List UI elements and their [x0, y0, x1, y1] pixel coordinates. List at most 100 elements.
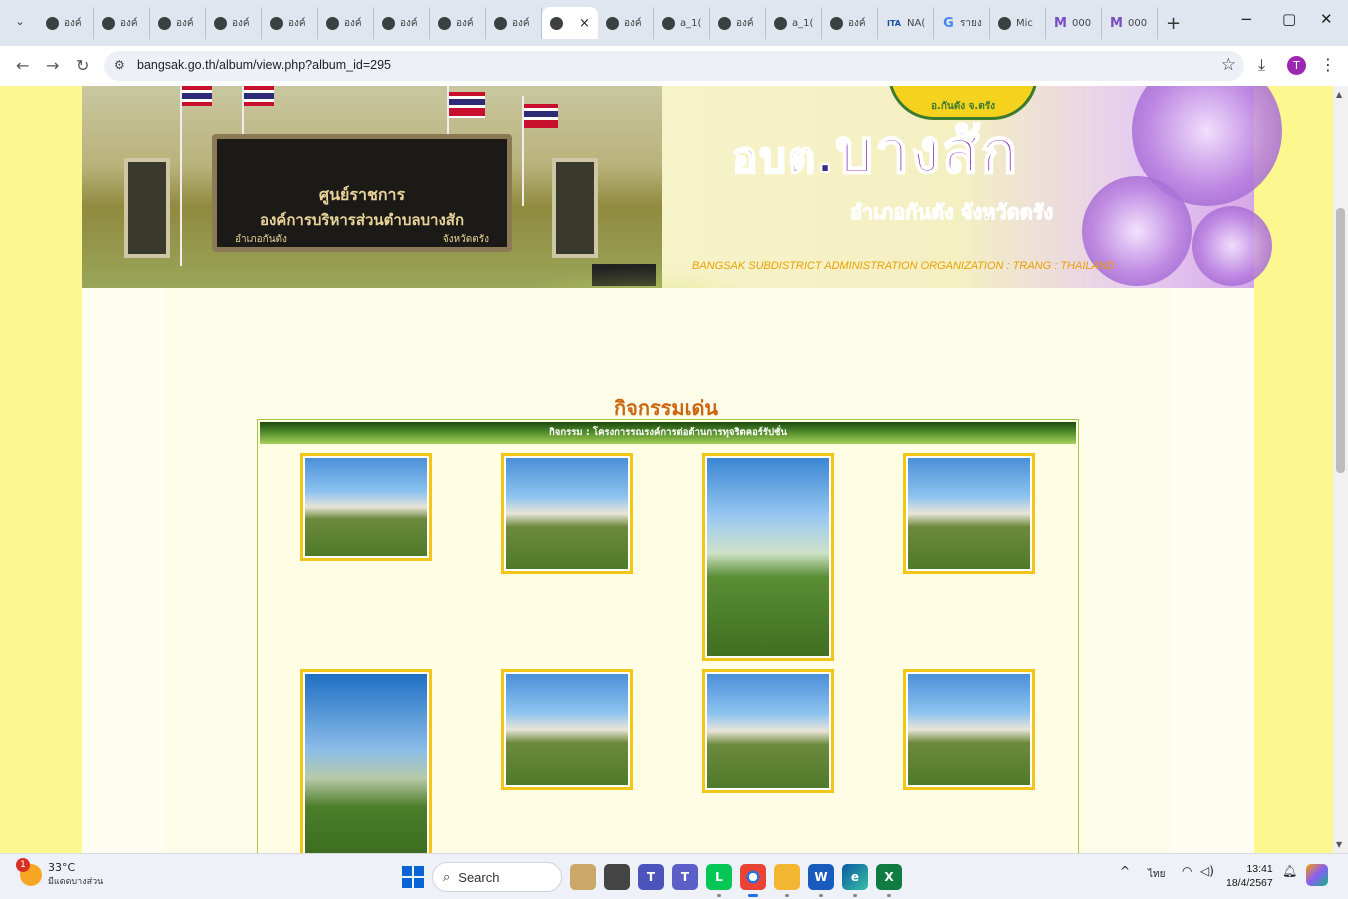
scrollbar-thumb[interactable]	[1336, 208, 1345, 473]
tab[interactable]: องค์	[710, 7, 766, 39]
input-language[interactable]: ไทย	[1148, 867, 1165, 882]
bookmark-star-icon[interactable]: ☆	[1221, 55, 1236, 75]
album-photo[interactable]	[702, 453, 834, 661]
album-photo[interactable]	[501, 669, 633, 790]
tab[interactable]: องค์	[206, 7, 262, 39]
taskbar-search[interactable]: ⌕ Search	[432, 862, 562, 892]
album-photo[interactable]	[702, 669, 834, 793]
tab[interactable]: องค์	[486, 7, 542, 39]
tab[interactable]: องค์	[94, 7, 150, 39]
globe-icon	[326, 16, 339, 30]
close-window-button[interactable]: ✕	[1320, 10, 1333, 28]
minimize-button[interactable]: −	[1240, 10, 1253, 28]
globe-icon	[214, 16, 227, 30]
chrome-icon[interactable]	[740, 864, 766, 897]
album-photo[interactable]	[300, 453, 432, 561]
tab-label: Mic	[1016, 17, 1033, 29]
tab-label: องค์	[400, 17, 418, 29]
tab[interactable]: องค์	[150, 7, 206, 39]
album-title-bar: กิจกรรม : โครงการรณรงค์การต่อต้านการทุจร…	[260, 422, 1076, 444]
globe-icon	[606, 16, 619, 30]
weather-widget[interactable]: 1 33°C มีแดดบางส่วน	[16, 858, 104, 888]
thai-flag	[524, 104, 558, 128]
tab[interactable]: องค์	[262, 7, 318, 39]
teams-work-icon[interactable]: T	[672, 864, 698, 890]
file-explorer-icon[interactable]	[774, 864, 800, 897]
tab-label: 000	[1128, 17, 1148, 29]
tab[interactable]: องค์	[430, 7, 486, 39]
tab-close-icon[interactable]: ×	[579, 16, 590, 31]
album-photo[interactable]	[501, 453, 633, 574]
tab[interactable]: ITA NA(	[878, 7, 934, 39]
google-icon: G	[943, 15, 954, 31]
tab[interactable]: a_1(	[654, 7, 710, 39]
new-tab-button[interactable]: +	[1166, 13, 1181, 34]
line-app-icon[interactable]: L	[706, 864, 732, 897]
taskbar-search-label: Search	[458, 869, 500, 885]
word-icon[interactable]: W	[808, 864, 834, 897]
sign-line-1: ศูนย์ราชการ	[318, 185, 406, 204]
address-bar[interactable]: ⚙ bangsak.go.th/album/view.php?album_id=…	[104, 51, 1244, 81]
tab[interactable]: Mic	[990, 7, 1046, 39]
forward-button[interactable]: →	[46, 56, 59, 75]
tab[interactable]: องค์	[318, 7, 374, 39]
back-button[interactable]: ←	[16, 56, 29, 75]
tab-label: 000	[1072, 17, 1092, 29]
scroll-up-icon[interactable]: ▲	[1336, 90, 1342, 99]
tab-label: รายง	[960, 17, 982, 29]
profile-avatar[interactable]: T	[1287, 56, 1306, 75]
tab-label: NA(	[907, 17, 926, 29]
search-icon: ⌕	[443, 869, 451, 884]
notification-bell-icon[interactable]: 🔔︎	[1282, 864, 1297, 878]
tab-label: องค์	[736, 17, 754, 29]
tab[interactable]: M 000	[1102, 7, 1158, 39]
taskbar: 1 33°C มีแดดบางส่วน ⌕ Search T T L W e X…	[0, 853, 1348, 899]
album-photo[interactable]	[903, 453, 1035, 574]
album-photo[interactable]	[300, 669, 432, 853]
tab[interactable]: องค์	[822, 7, 878, 39]
download-icon[interactable]: ⤓	[1258, 55, 1265, 75]
tab-search-chevron-icon[interactable]: ⌄	[10, 11, 30, 31]
sign-line-2: องค์การบริหารส่วนตำบลบางสัก	[259, 211, 465, 229]
tab[interactable]: a_1(	[766, 7, 822, 39]
site-logo-title[interactable]: อบต.บางสัก	[731, 104, 1019, 199]
tab[interactable]: G รายง	[934, 7, 990, 39]
tab-label: องค์	[624, 17, 642, 29]
teams-icon[interactable]: T	[638, 864, 664, 890]
task-view-icon[interactable]	[604, 864, 630, 890]
tab-strip: ⌄ องค์ องค์ องค์ องค์ องค์ องค์ องค์ องค์ องค์ × อ…	[0, 0, 1348, 46]
edge-icon[interactable]: e	[842, 864, 868, 897]
weather-temp: 33°C	[48, 861, 76, 874]
copilot-icon[interactable]	[1306, 864, 1328, 886]
globe-icon	[382, 16, 395, 30]
clock[interactable]: 13:41 18/4/2567	[1226, 862, 1273, 890]
album-photo[interactable]	[903, 669, 1035, 790]
tab-label: a_1(	[680, 17, 702, 29]
tab[interactable]: องค์	[598, 7, 654, 39]
excel-icon[interactable]: X	[876, 864, 902, 897]
tab-label: องค์	[288, 17, 306, 29]
tab[interactable]: M 000	[1046, 7, 1102, 39]
tab-label: องค์	[456, 17, 474, 29]
tab[interactable]: องค์	[374, 7, 430, 39]
tray-overflow-icon[interactable]: ^	[1120, 864, 1130, 878]
brand-subtitle: อำเภอกันตัง จังหวัดตรัง	[849, 200, 1054, 225]
restore-button[interactable]: ▢	[1282, 10, 1296, 28]
globe-icon	[998, 16, 1011, 30]
start-button-windows-icon[interactable]	[402, 866, 424, 888]
volume-icon[interactable]: ◁)	[1200, 864, 1214, 878]
brand-prefix: อบต.	[731, 132, 836, 183]
browser-menu-icon[interactable]: ⋮	[1320, 55, 1336, 74]
tab[interactable]: องค์	[38, 7, 94, 39]
vertical-scrollbar[interactable]: ▲ ▼	[1333, 86, 1348, 853]
tab-active[interactable]: ×	[542, 7, 598, 39]
site-info-icon[interactable]: ⚙	[114, 58, 125, 72]
tab-label: องค์	[344, 17, 362, 29]
weather-desc: มีแดดบางส่วน	[48, 877, 104, 887]
wifi-icon[interactable]: ◠	[1182, 864, 1192, 878]
widgets-icon[interactable]	[570, 864, 596, 890]
scroll-down-icon[interactable]: ▼	[1336, 840, 1342, 849]
reload-button[interactable]: ↻	[76, 56, 89, 75]
url-text[interactable]: bangsak.go.th/album/view.php?album_id=29…	[137, 58, 391, 72]
sign-district: อำเภอกันตัง	[235, 234, 287, 245]
